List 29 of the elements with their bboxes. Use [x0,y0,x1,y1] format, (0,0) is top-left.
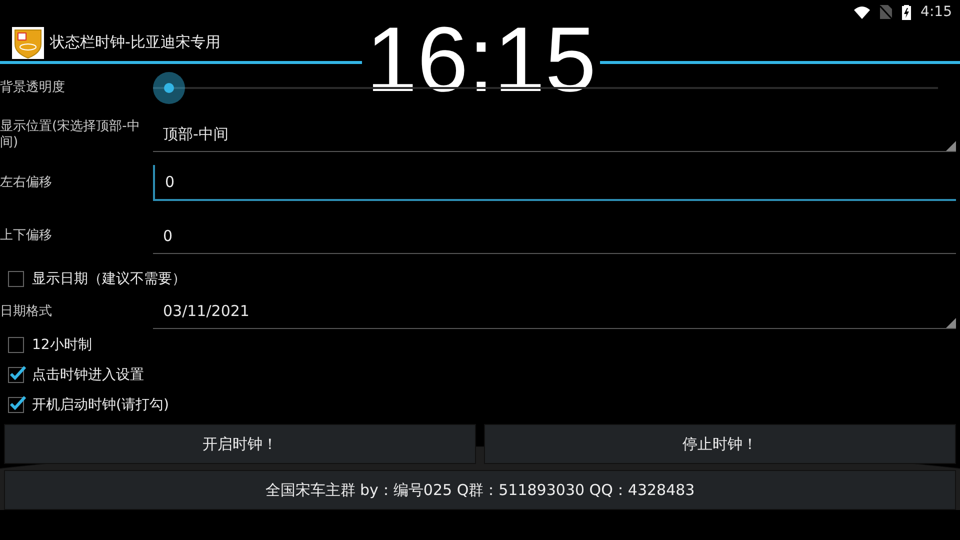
wifi-icon [854,6,870,18]
checkbox[interactable] [8,271,24,287]
checkbox[interactable] [8,367,24,383]
setting-label: 背景透明度 [0,80,66,96]
setting-label: 日期格式 [0,304,53,320]
group-info-button[interactable]: 全国宋车主群 by：编号025 Q群：511893030 QQ：4328483 [4,470,956,510]
text-input[interactable]: 0 [153,165,956,201]
setting-label: 显示位置(宋选择顶部-中间) [0,119,141,151]
shield-logo-icon [12,26,44,58]
checkbox-label: 12小时制 [32,336,92,354]
battery-charging-icon [902,4,911,20]
setting-label: 左右偏移 [0,175,53,191]
dropdown-corner-icon [946,318,956,328]
app-title: 状态栏时钟-比亚迪宋专用 [50,32,220,54]
action-button[interactable]: 开启时钟！ [4,424,476,464]
dropdown-corner-icon [946,141,956,151]
checkbox-label: 显示日期（建议不需要） [32,270,186,288]
dropdown-field[interactable]: 03/11/2021 [153,295,956,329]
action-button[interactable]: 停止时钟！ [484,424,956,464]
text-input[interactable]: 0 [153,218,956,254]
checkbox-label: 点击时钟进入设置 [32,366,144,384]
setting-label: 上下偏移 [0,228,53,244]
dropdown-field[interactable]: 顶部-中间 [153,118,956,152]
checkbox-label: 开机启动时钟(请打勾) [32,396,169,414]
no-sim-icon [880,5,892,19]
status-time: 4:15 [920,2,952,22]
slider-thumb[interactable] [153,72,185,104]
checkbox[interactable] [8,397,24,413]
checkbox[interactable] [8,337,24,353]
